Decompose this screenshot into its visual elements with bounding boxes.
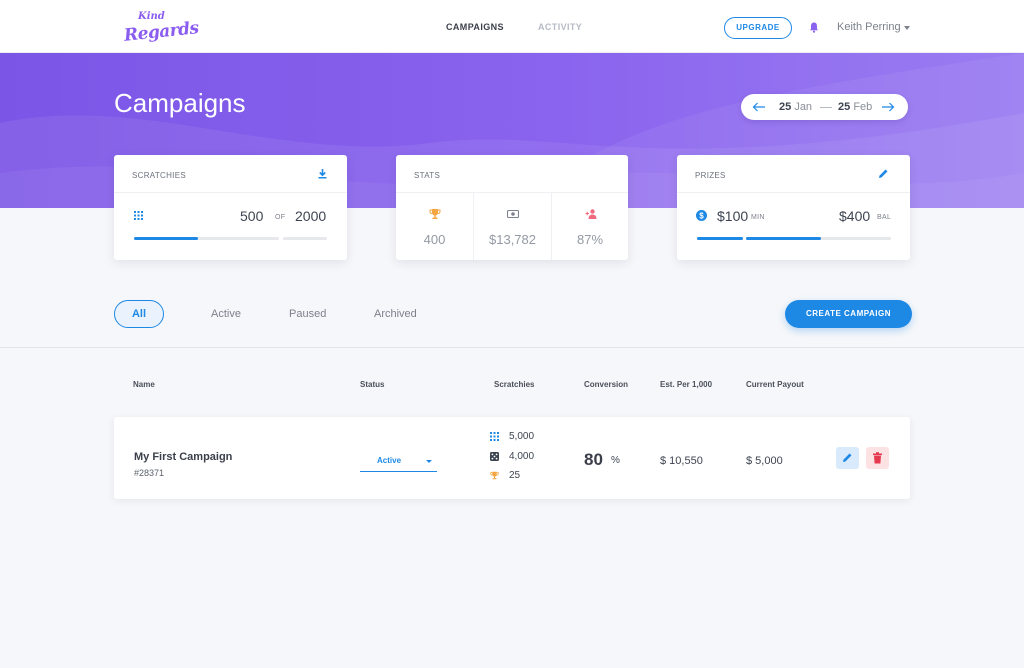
scratchies-progress [134, 237, 279, 240]
scratchies-progress-remaining [283, 237, 327, 240]
progress-fill [697, 237, 743, 240]
tab-activity[interactable]: ACTIVITY [538, 22, 582, 32]
card-title: PRIZES [695, 171, 726, 180]
header-name: Name [133, 380, 155, 389]
est-per-1000-value: $ 10,550 [660, 455, 703, 467]
header-current-payout: Current Payout [746, 380, 804, 389]
stat-rate-value: 87% [576, 232, 604, 247]
stat-rate: 87% [551, 193, 628, 260]
download-icon[interactable] [317, 168, 328, 179]
divider [0, 347, 1024, 348]
trash-icon [873, 452, 882, 464]
status-value: Active [377, 456, 402, 465]
filter-paused[interactable]: Paused [289, 308, 326, 320]
prize-balance-progress [746, 237, 891, 240]
progress-fill [134, 237, 198, 240]
stats-card: STATS 400 $13,782 87% [396, 155, 628, 260]
date-range-picker[interactable]: 25 Jan 25 Feb [741, 94, 908, 120]
scratchies-card: SCRATCHIES 500 OF 2000 [114, 155, 347, 260]
chevron-down-icon [426, 460, 432, 463]
user-name[interactable]: Keith Perring [837, 21, 901, 33]
pencil-icon [843, 453, 852, 462]
scratchies-used: 500 [240, 208, 264, 224]
arrow-right-icon[interactable] [881, 101, 895, 113]
dice-icon [490, 452, 499, 461]
user-add-icon [585, 209, 597, 219]
prize-min-value: $100 [717, 208, 749, 224]
date-separator [820, 107, 832, 108]
delete-button[interactable] [866, 447, 889, 469]
campaign-name[interactable]: My First Campaign [134, 451, 232, 463]
pencil-icon[interactable] [878, 168, 889, 179]
of-label: OF [275, 214, 286, 221]
page-title: Campaigns [114, 88, 246, 118]
stat-wins-value: 400 [423, 232, 446, 247]
prize-min-bar [697, 237, 743, 240]
filter-all[interactable]: All [114, 300, 164, 328]
chevron-down-icon[interactable] [904, 26, 910, 30]
min-label: MIN [751, 214, 765, 221]
header-scratchies: Scratchies [494, 380, 535, 389]
prizes-card: PRIZES $ $100 MIN $400 BAL [677, 155, 910, 260]
stat-revenue: $13,782 [473, 193, 551, 260]
header-est-per-1000: Est. Per 1,000 [660, 380, 713, 389]
header-conversion: Conversion [584, 380, 629, 389]
date-start[interactable]: 25 Jan [779, 101, 812, 113]
card-title: SCRATCHIES [132, 171, 186, 180]
table-row[interactable]: My First Campaign #28371 Active 5,000 4,… [114, 417, 910, 499]
stat-revenue-value: $13,782 [489, 232, 536, 247]
trophy-icon [490, 471, 499, 480]
card-title: STATS [414, 171, 441, 180]
bell-icon[interactable] [809, 22, 819, 33]
progress-fill [746, 237, 822, 240]
top-nav: Kind Regards CAMPAIGNS ACTIVITY UPGRADE … [0, 0, 1024, 53]
grid-icon [134, 211, 143, 220]
prize-bal-value: $400 [839, 208, 871, 224]
upgrade-button[interactable]: UPGRADE [724, 17, 792, 39]
header-status: Status [360, 380, 385, 389]
grid-icon [490, 432, 499, 441]
stat-wins: 400 [396, 193, 473, 260]
arrow-left-icon[interactable] [752, 101, 766, 113]
scratchies-total: 2000 [295, 208, 327, 224]
trophy-icon [429, 209, 441, 219]
campaign-id: #28371 [134, 468, 165, 478]
edit-button[interactable] [836, 447, 859, 469]
svg-text:$: $ [699, 211, 704, 220]
bal-label: BAL [877, 214, 892, 221]
filter-archived[interactable]: Archived [374, 308, 417, 320]
create-campaign-button[interactable]: CREATE CAMPAIGN [785, 300, 912, 328]
filter-active[interactable]: Active [211, 308, 241, 320]
tab-campaigns[interactable]: CAMPAIGNS [446, 22, 504, 32]
date-end[interactable]: 25 Feb [838, 101, 872, 113]
conversion-unit: % [611, 455, 620, 466]
kind-regards-logo[interactable]: Kind Regards [123, 12, 199, 46]
money-icon [507, 209, 519, 219]
conversion-value: 80 [584, 450, 603, 469]
current-payout-value: $ 5,000 [746, 455, 783, 467]
dollar-icon: $ [696, 210, 707, 221]
status-select[interactable]: Active [360, 454, 437, 472]
